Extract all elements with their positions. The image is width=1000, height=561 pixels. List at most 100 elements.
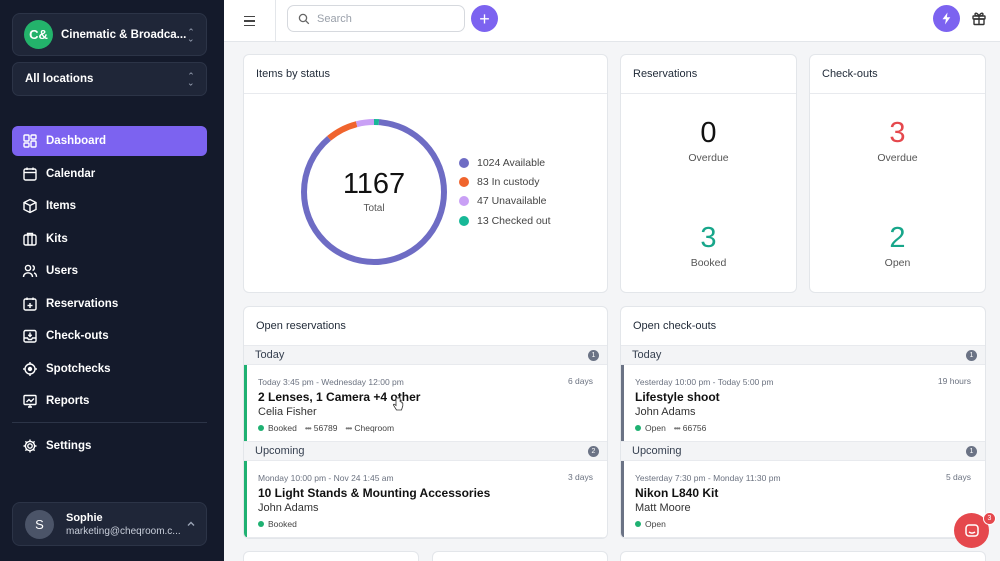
entry-person: Celia Fisher xyxy=(258,406,317,418)
overdue-label: Overdue xyxy=(877,152,918,164)
sidebar-item-settings[interactable]: Settings xyxy=(12,431,207,461)
bottom-card xyxy=(243,551,419,561)
user-menu[interactable]: S Sophie marketing@cheqroom.c... xyxy=(12,502,207,546)
checkouts-overdue-stat[interactable]: 3 Overdue xyxy=(810,117,985,165)
total-label: Total xyxy=(363,203,385,214)
gift-button[interactable] xyxy=(969,8,989,28)
sidebar-item-kits[interactable]: Kits xyxy=(12,224,207,254)
sidebar-item-items[interactable]: Items xyxy=(12,191,207,221)
location-name: All locations xyxy=(25,73,94,85)
entry-person: John Adams xyxy=(258,502,319,514)
sidebar-item-dashboard[interactable]: Dashboard xyxy=(12,126,207,156)
checkouts-card[interactable]: Check-outs 3 Overdue 2 Open xyxy=(809,54,986,293)
gear-icon xyxy=(23,439,37,453)
user-name: Sophie xyxy=(66,511,103,524)
checkout-entry[interactable]: Yesterday 7:30 pm - Monday 11:30 pm 5 da… xyxy=(621,461,985,538)
dashboard-icon xyxy=(23,134,37,148)
chat-icon xyxy=(964,523,979,537)
checkout-icon xyxy=(23,329,37,343)
card-title: Open check-outs xyxy=(621,307,985,346)
status-bar xyxy=(621,365,624,441)
legend-dot xyxy=(459,215,469,226)
booked-count: 3 xyxy=(700,222,717,254)
kit-icon xyxy=(23,232,37,246)
entry-code: ••• 66756 xyxy=(673,423,707,433)
reservation-entry[interactable]: Today 3:45 pm - Wednesday 12:00 pm 6 day… xyxy=(244,365,607,442)
lightning-icon xyxy=(942,12,951,25)
organization-switcher[interactable]: C& Cinematic & Broadca... ⌃ ⌃ xyxy=(12,13,207,56)
reservation-entry[interactable]: Monday 10:00 pm - Nov 24 1:45 am 3 days … xyxy=(244,461,607,538)
quick-actions-button[interactable] xyxy=(933,5,960,32)
entry-date-range: Today 3:45 pm - Wednesday 12:00 pm xyxy=(258,377,404,387)
reservations-card[interactable]: Reservations 0 Overdue 3 Booked xyxy=(620,54,797,293)
chevron-up-down-icon: ⌃ ⌃ xyxy=(187,71,195,88)
hamburger-menu-icon[interactable] xyxy=(238,11,260,31)
user-email: marketing@cheqroom.c... xyxy=(66,525,181,537)
card-title: Items by status xyxy=(244,55,607,94)
overdue-count: 0 xyxy=(700,117,717,149)
location-switcher[interactable]: All locations ⌃ ⌃ xyxy=(12,62,207,96)
legend-dot xyxy=(459,157,469,168)
checkout-entry[interactable]: Yesterday 10:00 pm - Today 5:00 pm 19 ho… xyxy=(621,365,985,442)
sidebar-item-calendar[interactable]: Calendar xyxy=(12,159,207,189)
entry-title: 2 Lenses, 1 Camera +4 other xyxy=(258,390,421,404)
reservations-booked-stat[interactable]: 3 Booked xyxy=(621,222,796,270)
mouse-cursor-icon xyxy=(393,397,404,411)
entry-title: Lifestyle shoot xyxy=(635,390,720,404)
entry-title: Nikon L840 Kit xyxy=(635,486,719,500)
search-box[interactable] xyxy=(287,5,465,32)
legend-item-checked-out: 13 Checked out xyxy=(459,211,551,230)
org-name: Cinematic & Broadca... xyxy=(61,28,186,41)
sidebar-divider xyxy=(12,422,207,423)
top-bar: + xyxy=(224,0,1000,42)
legend-label: 13 Checked out xyxy=(477,214,551,227)
legend-label: 47 Unavailable xyxy=(477,195,547,208)
status-badge: Open xyxy=(635,519,666,529)
booked-label: Booked xyxy=(690,257,727,269)
entry-date-range: Yesterday 10:00 pm - Today 5:00 pm xyxy=(635,377,774,387)
section-count-badge: 2 xyxy=(588,445,599,457)
overdue-count: 3 xyxy=(889,117,906,149)
add-button[interactable]: + xyxy=(471,5,498,32)
open-count: 2 xyxy=(889,222,906,254)
legend-dot xyxy=(459,176,469,187)
status-bar xyxy=(244,365,247,441)
section-label: Today xyxy=(632,349,662,361)
reports-icon xyxy=(23,394,37,408)
sidebar-item-spotchecks[interactable]: Spotchecks xyxy=(12,354,207,384)
sidebar-item-label: Users xyxy=(46,265,78,277)
sidebar-item-label: Dashboard xyxy=(46,135,107,147)
total-count: 1167 xyxy=(342,168,406,200)
sidebar-item-check-outs[interactable]: Check-outs xyxy=(12,321,207,351)
card-title: Check-outs xyxy=(810,55,985,94)
avatar: S xyxy=(25,509,54,539)
entry-location: ••• Cheqroom xyxy=(345,423,395,433)
checkouts-open-stat[interactable]: 2 Open xyxy=(810,222,985,270)
legend-label: 83 In custody xyxy=(477,175,540,188)
status-badge: Booked xyxy=(258,423,297,433)
section-count-badge: 1 xyxy=(966,349,977,361)
open-label: Open xyxy=(884,257,911,269)
status-donut-chart: 1167 Total xyxy=(299,117,449,267)
reservations-overdue-stat[interactable]: 0 Overdue xyxy=(621,117,796,165)
sidebar-item-label: Items xyxy=(46,200,77,212)
sidebar-item-reservations[interactable]: Reservations xyxy=(12,289,207,319)
bottom-card xyxy=(620,551,986,561)
open-reservations-card: Open reservations Today 1 Today 3:45 pm … xyxy=(243,306,608,539)
search-input[interactable] xyxy=(317,12,457,25)
entry-duration: 19 hours xyxy=(937,376,971,386)
sidebar-item-label: Check-outs xyxy=(46,330,109,342)
sidebar-nav: Dashboard Calendar Items Kits Users Rese… xyxy=(12,126,207,464)
entry-code: ••• 56789 xyxy=(304,423,338,433)
entry-duration: 6 days xyxy=(567,376,593,386)
sidebar-item-label: Spotchecks xyxy=(46,362,111,375)
sidebar-item-users[interactable]: Users xyxy=(12,256,207,286)
section-count-badge: 1 xyxy=(966,445,977,457)
sidebar-item-label: Settings xyxy=(46,440,92,452)
dots-icon: ••• xyxy=(673,423,681,433)
section-label: Upcoming xyxy=(255,445,305,457)
topbar-divider xyxy=(275,0,276,42)
sidebar-item-reports[interactable]: Reports xyxy=(12,386,207,416)
status-bar xyxy=(244,461,247,537)
status-badge: Booked xyxy=(258,519,297,529)
